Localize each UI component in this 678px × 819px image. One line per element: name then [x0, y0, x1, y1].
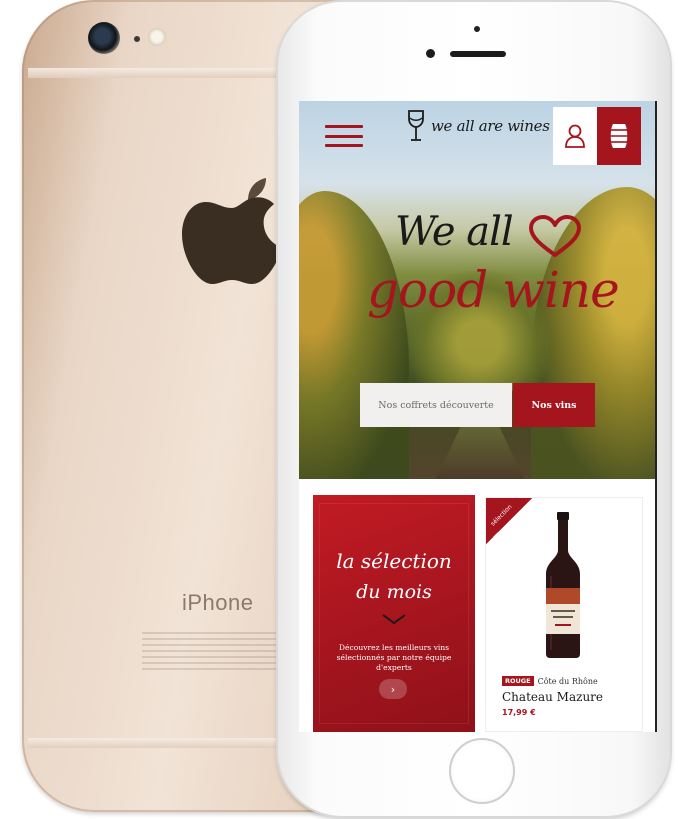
rear-microphone: [134, 36, 140, 42]
monthly-selection-card[interactable]: la sélection du mois Découvrez les meill…: [313, 495, 475, 732]
iphone-label: iPhone: [182, 590, 254, 615]
discovery-boxes-button[interactable]: Nos coffrets découverte: [360, 383, 512, 427]
selection-ribbon: sélection: [486, 498, 532, 544]
flash-icon: [148, 28, 166, 46]
product-card[interactable]: sélection ROUGE Côte du Rhône Chateau Ma…: [485, 497, 643, 732]
ribbon-label: sélection: [489, 503, 514, 528]
our-wines-button[interactable]: Nos vins: [513, 383, 595, 427]
wine-barrel-icon: [610, 124, 628, 148]
wine-type-badge: ROUGE: [502, 676, 534, 686]
promo-title-line1: la sélection: [336, 549, 452, 573]
rear-camera-icon: [88, 22, 120, 54]
promo-title-line2: du mois: [356, 581, 432, 603]
phone-screen: We all good wine Nos coffrets découverte…: [299, 101, 657, 732]
product-name[interactable]: Chateau Mazure: [502, 690, 603, 704]
account-button[interactable]: [553, 107, 597, 165]
user-icon: [565, 124, 585, 148]
promo-description: Découvrez les meilleurs vins sélectionné…: [336, 643, 452, 672]
product-price: 17,99 €: [502, 708, 536, 717]
hero-title-line2: good wine: [367, 261, 620, 319]
wine-glass-icon: [408, 110, 424, 141]
wine-region: Côte du Rhône: [537, 676, 598, 686]
product-meta: ROUGE Côte du Rhône: [502, 676, 598, 686]
logo-text: we all are wines: [431, 117, 550, 135]
top-navigation-bar: we all are wines: [299, 101, 655, 171]
site-logo[interactable]: we all are wines: [407, 109, 550, 143]
chevron-down-icon: [382, 614, 406, 625]
front-camera-icon: [426, 49, 435, 58]
apple-logo-icon: [182, 178, 282, 284]
heart-icon: [529, 215, 581, 257]
hamburger-menu-icon[interactable]: [325, 125, 363, 147]
promo-arrow-button[interactable]: ›: [379, 679, 407, 699]
earpiece-speaker: [450, 51, 506, 57]
proximity-sensor: [474, 26, 480, 32]
home-button[interactable]: [449, 738, 515, 804]
wine-bottle-image: [546, 512, 580, 658]
hero-title-line1: We all: [395, 209, 514, 255]
vineyard-left: [299, 191, 409, 479]
cart-button[interactable]: [597, 107, 641, 165]
